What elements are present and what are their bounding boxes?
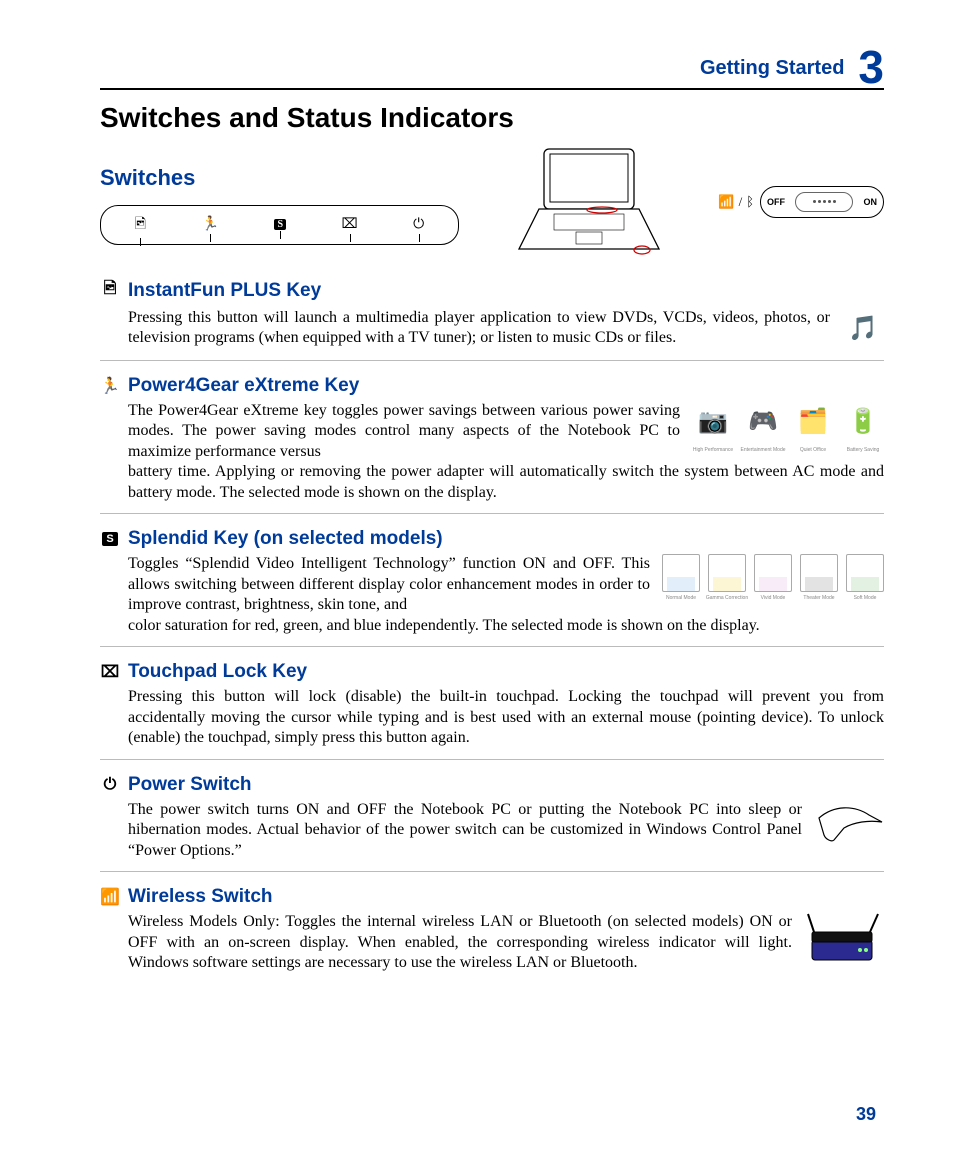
- splendid-mode-icon: Normal Mode: [662, 554, 700, 592]
- item-title: Power4Gear eXtreme Key: [128, 375, 359, 397]
- thumb-caption: Quiet Office: [800, 447, 826, 453]
- item-icon: 🏃: [100, 376, 120, 396]
- item-body-text: Toggles “Splendid Video Intelligent Tech…: [128, 554, 650, 615]
- item-title: InstantFun PLUS Key: [128, 280, 321, 302]
- instantfun-icon: 🖻: [135, 213, 146, 237]
- thumb-caption: High Performance: [693, 447, 733, 453]
- item-icon: 📶: [100, 887, 120, 907]
- page-title: Switches and Status Indicators: [100, 102, 884, 134]
- p4g-mode-icon: 🗂️Quiet Office: [792, 401, 834, 443]
- header-section-name: Getting Started: [700, 57, 844, 80]
- power4gear-illustration: 📷High Performance🎮Entertainment Mode🗂️Qu…: [692, 401, 884, 443]
- thumb-caption: Vivid Mode: [761, 595, 786, 601]
- thumb-caption: Normal Mode: [666, 595, 696, 601]
- slider-graphic: [795, 192, 853, 212]
- switch-item: 🏃 Power4Gear eXtreme Key The Power4Gear eX…: [100, 375, 884, 514]
- switch-item: 📶 Wireless Switch Wireless Models Only: To…: [100, 886, 884, 983]
- item-heading: 🖻 InstantFun PLUS Key: [100, 277, 884, 304]
- switch-item: ⏻ Power Switch The power switch turns ON a…: [100, 774, 884, 872]
- item-body: Toggles “Splendid Video Intelligent Tech…: [100, 554, 884, 636]
- splendid-s-icon: S: [274, 219, 286, 230]
- thumb-caption: Soft Mode: [854, 595, 877, 601]
- item-heading: S Splendid Key (on selected models): [100, 528, 884, 550]
- thumb-caption: Theater Mode: [803, 595, 834, 601]
- splendid-mode-icon: Vivid Mode: [754, 554, 792, 592]
- item-body-text: Pressing this button will launch a multi…: [128, 308, 830, 349]
- item-body: Wireless Models Only: Toggles the intern…: [100, 912, 884, 973]
- thumb-caption: Battery Saving: [847, 447, 880, 453]
- item-title: Touchpad Lock Key: [128, 661, 307, 683]
- switch-on-label: ON: [864, 197, 878, 207]
- item-icon: ⌧: [100, 662, 120, 682]
- item-title: Power Switch: [128, 774, 252, 796]
- power-icon: ⏻: [413, 217, 424, 233]
- item-title: Splendid Key (on selected models): [128, 528, 443, 550]
- p4g-mode-icon: 📷High Performance: [692, 401, 734, 443]
- splendid-mode-icon: Theater Mode: [800, 554, 838, 592]
- touchpad-lock-icon: ⌧: [342, 216, 358, 233]
- p4g-mode-icon: 🔋Battery Saving: [842, 401, 884, 443]
- item-heading: 📶 Wireless Switch: [100, 886, 884, 908]
- item-body-text-continued: color saturation for red, green, and blu…: [128, 616, 884, 636]
- media-illustration: 🎵: [842, 308, 884, 350]
- splendid-mode-icon: Gamma Correction: [708, 554, 746, 592]
- switch-strip-diagram: 🖻 🏃 S ⌧ ⏻: [100, 205, 459, 245]
- item-heading: ⏻ Power Switch: [100, 774, 884, 796]
- finger-press-icon: [814, 800, 884, 850]
- bluetooth-icon: ᛒ: [746, 194, 754, 210]
- item-body: The Power4Gear eXtreme key toggles power…: [100, 401, 884, 503]
- music-note-icon: 🎵: [842, 308, 884, 350]
- thumb-caption: Gamma Correction: [706, 595, 748, 601]
- switch-item: 🖻 InstantFun PLUS Key Pressing this button…: [100, 277, 884, 361]
- wireless-switch-diagram: 📶/ ᛒ OFF ON: [718, 186, 884, 218]
- thumb-caption: Entertainment Mode: [740, 447, 785, 453]
- item-body-text: The power switch turns ON and OFF the No…: [128, 800, 802, 861]
- item-body: The power switch turns ON and OFF the No…: [100, 800, 884, 861]
- hand-illustration: [814, 800, 884, 850]
- item-icon: S: [100, 532, 120, 546]
- splendid-illustration: Normal ModeGamma CorrectionVivid ModeThe…: [662, 554, 884, 592]
- page-number: 39: [856, 1104, 876, 1125]
- p4g-mode-icon: 🎮Entertainment Mode: [742, 401, 784, 443]
- switch-off-label: OFF: [767, 197, 785, 207]
- item-heading: ⌧ Touchpad Lock Key: [100, 661, 884, 683]
- item-icon: ⏻: [100, 776, 120, 794]
- runner-icon: 🏃: [202, 216, 219, 233]
- router-illustration: [804, 912, 884, 967]
- switch-item: S Splendid Key (on selected models) Toggle…: [100, 528, 884, 647]
- item-body-text: The Power4Gear eXtreme key toggles power…: [128, 401, 680, 462]
- router-icon: [804, 912, 884, 967]
- item-body: Pressing this button will launch a multi…: [100, 308, 884, 350]
- item-body-text: Wireless Models Only: Toggles the intern…: [128, 912, 792, 973]
- subsection-title: Switches: [100, 165, 459, 191]
- switch-item: ⌧ Touchpad Lock Key Pressing this button w…: [100, 661, 884, 759]
- diagram-row: Switches 🖻 🏃 S ⌧ ⏻ 📶/ ᛒ OFF: [100, 144, 884, 259]
- item-icon: 🖻: [100, 277, 120, 304]
- page-header: Getting Started 3: [100, 40, 884, 90]
- item-title: Wireless Switch: [128, 886, 273, 908]
- laptop-diagram: [514, 144, 664, 259]
- item-body-text-continued: battery time. Applying or removing the p…: [128, 462, 884, 503]
- antenna-icon: 📶: [718, 194, 734, 210]
- item-heading: 🏃 Power4Gear eXtreme Key: [100, 375, 884, 397]
- header-chapter-number: 3: [858, 44, 884, 90]
- splendid-mode-icon: Soft Mode: [846, 554, 884, 592]
- item-body: Pressing this button will lock (disable)…: [100, 687, 884, 748]
